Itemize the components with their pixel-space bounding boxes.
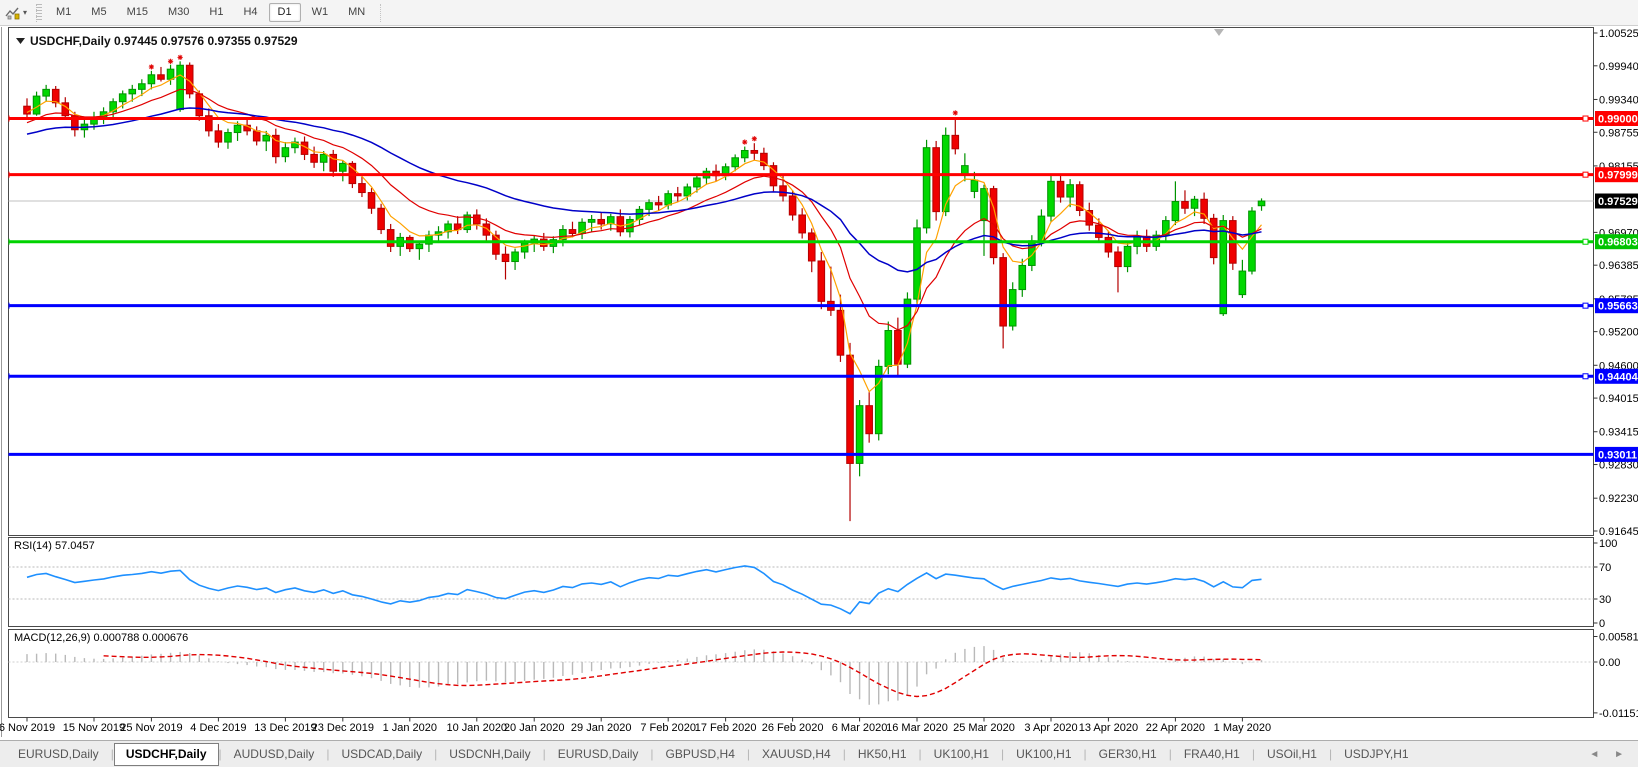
symbol-tab-usoil-h1[interactable]: USOil,H1	[1255, 743, 1329, 766]
date-label: 3 Apr 2020	[1024, 722, 1077, 734]
date-axis: 6 Nov 2019 15 Nov 201925 Nov 2019 4 Dec 20…	[0, 718, 1271, 735]
macd-indicator-label: MACD(12,26,9) 0.000788 0.000676	[14, 632, 188, 644]
price-badge-0.96803-text: 0.96803	[1598, 237, 1638, 249]
date-label: 13 Apr 2020	[1079, 722, 1138, 734]
rsi-panel[interactable]	[9, 538, 1594, 627]
tab-scroll-right-icon[interactable]: ►	[1614, 749, 1630, 760]
price-axis-tick: 0.98755	[1599, 127, 1638, 139]
symbol-tab-fra40-h1[interactable]: FRA40,H1	[1172, 743, 1252, 766]
macd-axis-tick: -0.011514	[1599, 708, 1638, 720]
fractal-star-marker	[953, 110, 958, 115]
fractal-star-marker	[742, 139, 747, 144]
date-label: 13 Dec 2019	[254, 722, 316, 734]
hline-handle-right[interactable]	[1583, 374, 1588, 379]
tab-scroll-left-icon[interactable]: ◄	[1589, 749, 1605, 760]
fractal-star-marker	[168, 59, 173, 64]
fractal-star-marker	[178, 55, 183, 60]
price-badge-0.99000-text: 0.99000	[1598, 114, 1638, 126]
price-badge-0.94404-text: 0.94404	[1598, 371, 1638, 383]
date-label: 1 Jan 2020	[383, 722, 437, 734]
symbol-tab-audusd-daily[interactable]: AUDUSD,Daily	[222, 743, 327, 766]
price-axis-tick: 1.00525	[1599, 28, 1638, 40]
price-axis-tick: 0.91645	[1599, 526, 1638, 538]
macd-axis-tick: 0.005818	[1599, 632, 1638, 644]
main-chart-panel[interactable]	[9, 28, 1594, 536]
date-label: 16 Mar 2020	[886, 722, 948, 734]
symbol-tab-eurusd-daily[interactable]: EURUSD,Daily	[6, 743, 111, 766]
rsi-axis-tick: 100	[1599, 538, 1617, 550]
price-axis-tick: 0.93415	[1599, 427, 1638, 439]
tab-scroll-arrows[interactable]: ◄ ►	[1589, 749, 1630, 760]
hline-handle-right[interactable]	[1583, 172, 1588, 177]
date-label: 25 Nov 2019	[120, 722, 182, 734]
price-axis-tick: 0.95200	[1599, 327, 1638, 339]
fractal-star-marker	[149, 64, 154, 69]
date-label: 7 Feb 2020	[640, 722, 696, 734]
date-label: 26 Feb 2020	[762, 722, 824, 734]
price-axis-tick: 0.99340	[1599, 94, 1638, 106]
date-label: 23 Dec 2019	[312, 722, 374, 734]
date-label: 17 Feb 2020	[695, 722, 757, 734]
symbol-tab-uk100-h1[interactable]: UK100,H1	[922, 743, 1001, 766]
price-axis-tick: 0.92230	[1599, 493, 1638, 505]
date-label: 25 Mar 2020	[953, 722, 1015, 734]
rsi-indicator-label: RSI(14) 57.0457	[14, 540, 95, 552]
date-label: 6 Mar 2020	[832, 722, 888, 734]
date-label: 22 Apr 2020	[1146, 722, 1205, 734]
symbol-tab-gbpusd-h4[interactable]: GBPUSD,H4	[654, 743, 747, 766]
hline-handle-right[interactable]	[1583, 116, 1588, 121]
price-axis-tick: 0.99940	[1599, 61, 1638, 73]
date-label: 6 Nov 2019	[0, 722, 55, 734]
rsi-axis-tick: 70	[1599, 562, 1611, 574]
price-badge-0.95663-text: 0.95663	[1598, 301, 1638, 313]
hline-handle-right[interactable]	[1583, 303, 1588, 308]
macd-panel[interactable]	[9, 630, 1594, 718]
macd-axis-tick: 0.00	[1599, 657, 1620, 669]
current-price-badge-text: 0.97529	[1598, 196, 1638, 208]
symbol-tab-ger30-h1[interactable]: GER30,H1	[1087, 743, 1169, 766]
fractal-star-marker	[752, 136, 757, 141]
date-label: 4 Dec 2019	[190, 722, 246, 734]
rsi-axis-tick: 0	[1599, 618, 1605, 630]
symbol-tab-usdjpy-h1[interactable]: USDJPY,H1	[1332, 743, 1420, 766]
symbol-tab-usdcnh-daily[interactable]: USDCNH,Daily	[437, 743, 542, 766]
date-label: 15 Nov 2019	[63, 722, 125, 734]
date-label: 10 Jan 2020	[447, 722, 508, 734]
symbol-tab-usdchf-daily[interactable]: USDCHF,Daily	[114, 743, 219, 766]
chart-title-ohlc: USDCHF,Daily 0.97445 0.97576 0.97355 0.9…	[30, 34, 298, 48]
price-axis-tick: 0.94015	[1599, 393, 1638, 405]
rsi-axis-tick: 30	[1599, 594, 1611, 606]
price-badge-0.97999-text: 0.97999	[1598, 170, 1638, 182]
price-badge-0.93011-text: 0.93011	[1598, 449, 1637, 461]
hline-handle-right[interactable]	[1583, 239, 1588, 244]
symbol-tabs: EURUSD,Daily|USDCHF,Daily|AUDUSD,Daily|U…	[6, 742, 1421, 766]
date-label: 20 Jan 2020	[504, 722, 565, 734]
trading-platform-window: ▾ M1M5M15M30H1H4D1W1MN USDCHF,Daily 0.97…	[0, 0, 1638, 767]
date-label: 1 May 2020	[1214, 722, 1271, 734]
date-label: 29 Jan 2020	[571, 722, 632, 734]
price-axis-tick: 0.96385	[1599, 260, 1638, 272]
symbol-tab-xauusd-h4[interactable]: XAUUSD,H4	[750, 743, 843, 766]
symbol-tab-hk50-h1[interactable]: HK50,H1	[846, 743, 919, 766]
symbol-tab-uk100-h1[interactable]: UK100,H1	[1004, 743, 1083, 766]
symbol-tab-bar: EURUSD,Daily|USDCHF,Daily|AUDUSD,Daily|U…	[0, 740, 1638, 767]
symbol-tab-eurusd-daily[interactable]: EURUSD,Daily	[546, 743, 651, 766]
symbol-tab-usdcad-daily[interactable]: USDCAD,Daily	[329, 743, 434, 766]
